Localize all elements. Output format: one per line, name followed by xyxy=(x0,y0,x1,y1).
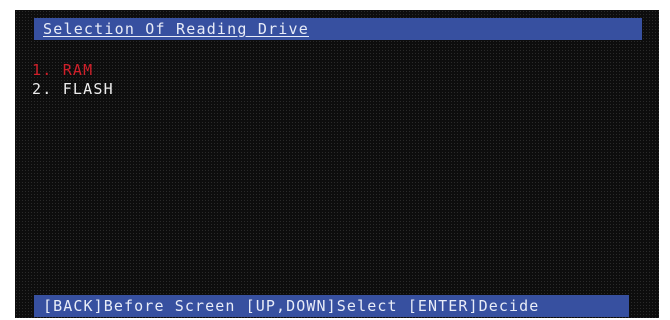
menu-item-ram[interactable]: 1. RAM xyxy=(32,61,114,80)
menu-item-label: FLASH xyxy=(62,80,114,98)
menu-item-label: RAM xyxy=(62,61,94,79)
page-title: Selection Of Reading Drive xyxy=(43,20,309,38)
menu-item-number: 2. xyxy=(32,80,53,98)
title-bar: Selection Of Reading Drive xyxy=(34,18,642,40)
status-bar: [BACK]Before Screen [UP,DOWN]Select [ENT… xyxy=(34,295,629,317)
terminal-screen: Selection Of Reading Drive 1. RAM 2. FLA… xyxy=(15,10,659,318)
hint-decide: [ENTER]Decide xyxy=(407,297,540,315)
hint-select: [UP,DOWN]Select xyxy=(245,297,398,315)
drive-menu: 1. RAM 2. FLASH xyxy=(32,61,114,99)
menu-item-number: 1. xyxy=(32,61,53,79)
hint-back: [BACK]Before Screen xyxy=(43,297,236,315)
menu-item-flash[interactable]: 2. FLASH xyxy=(32,80,114,99)
